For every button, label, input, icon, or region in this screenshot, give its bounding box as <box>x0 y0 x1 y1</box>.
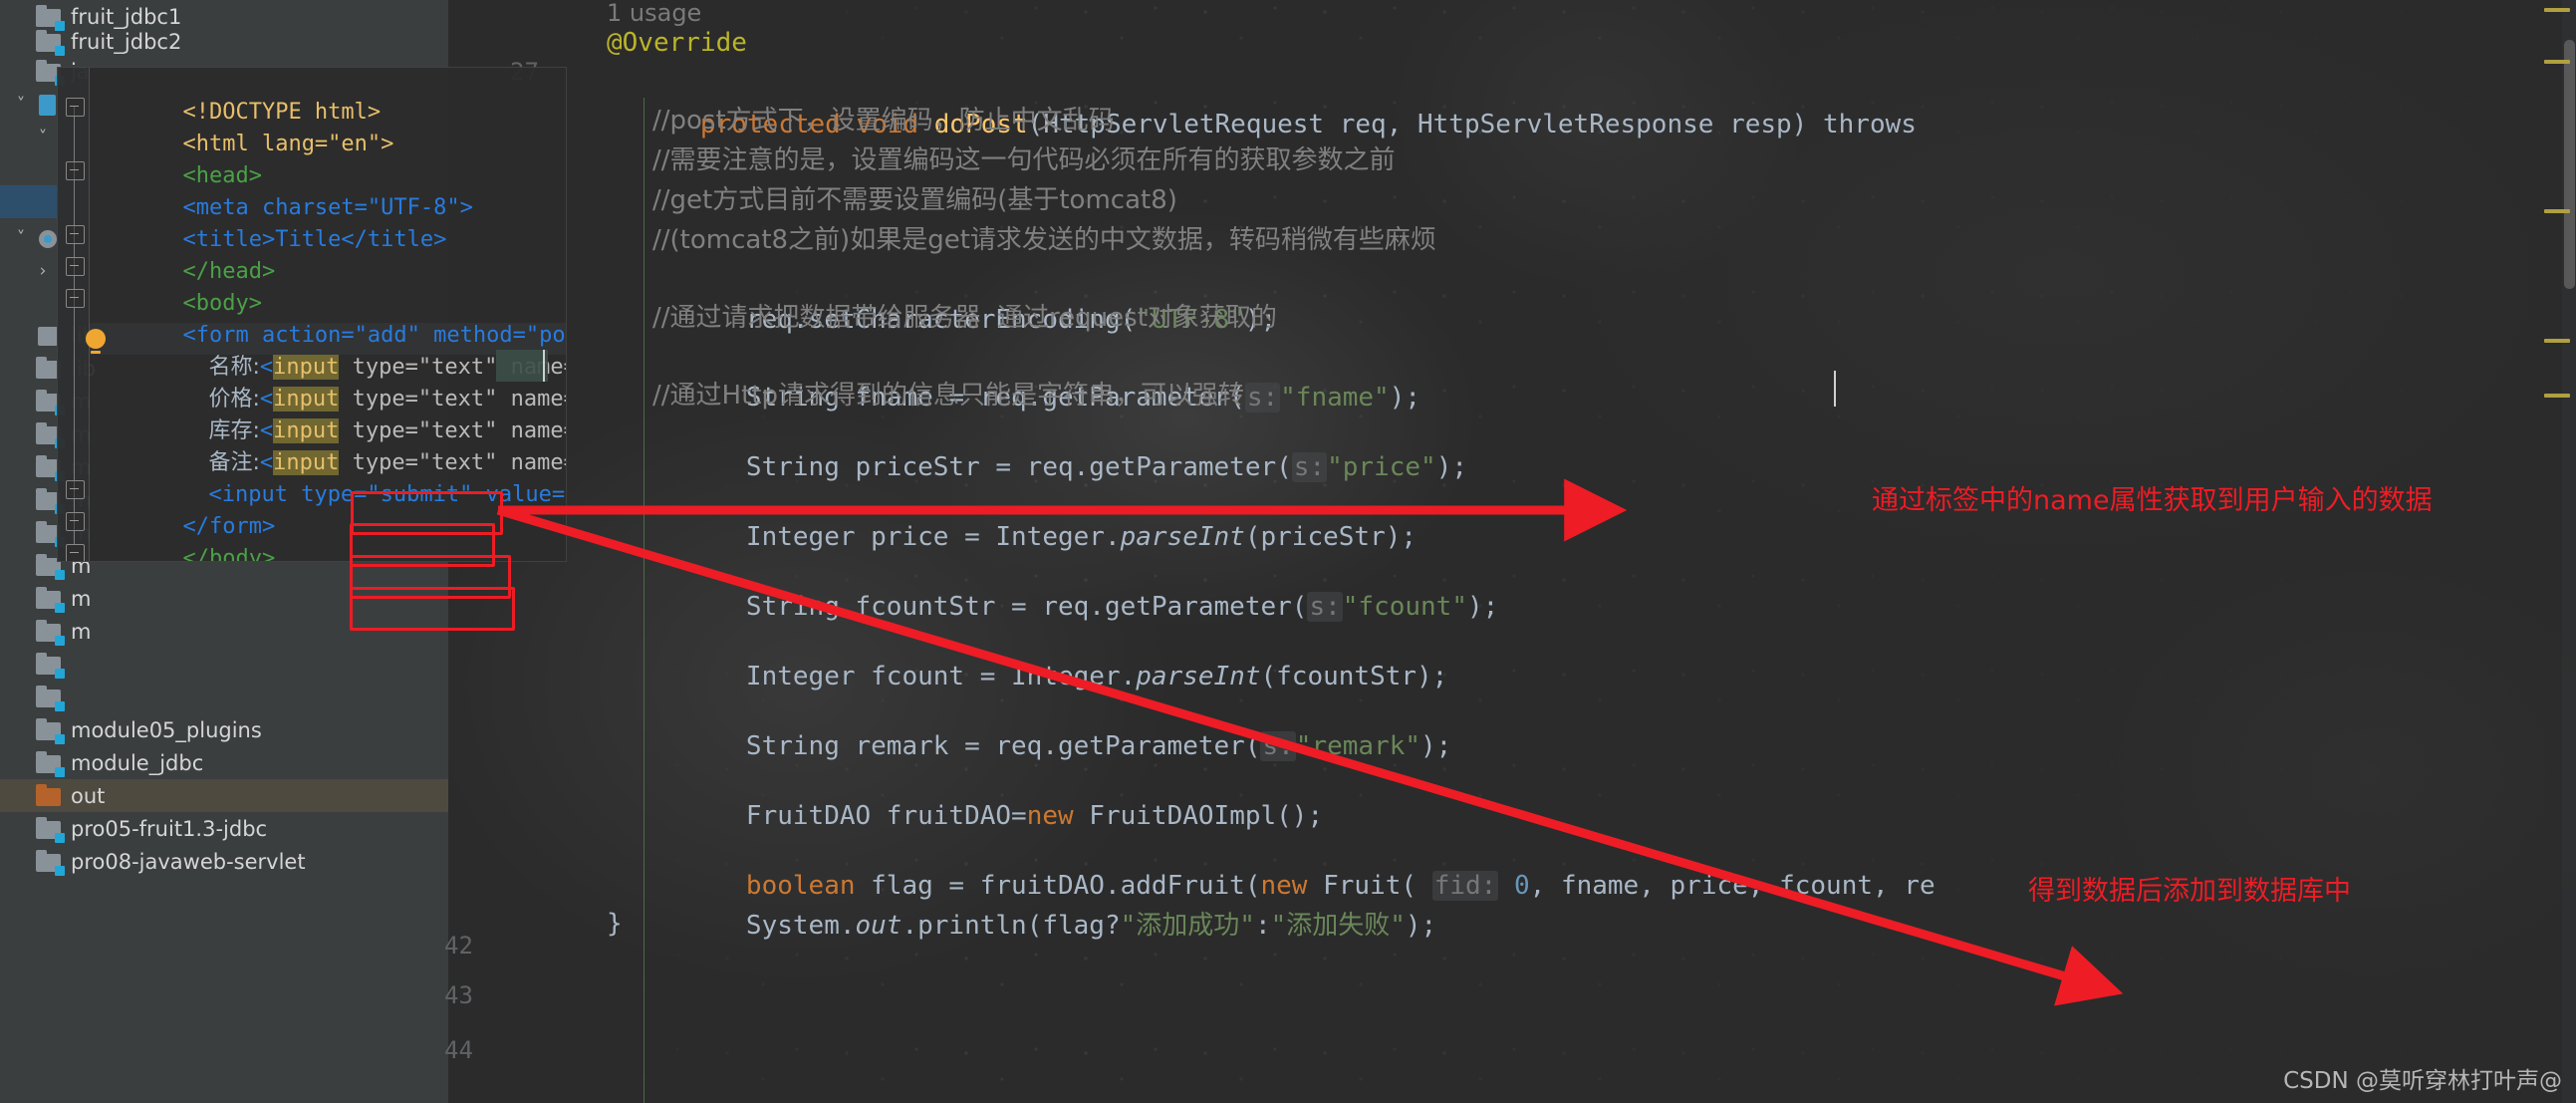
code-line-input-remark: 备注:<input type="text" name="remark"><br> <box>129 415 566 475</box>
out-folder-icon <box>34 783 64 808</box>
code-get-fcountstr: String fcountStr = req.getParameter(s:"f… <box>745 592 1499 622</box>
string-ok: "添加成功" <box>1120 911 1255 941</box>
code-get-remark: String remark = req.getParameter(s:"rema… <box>745 731 1452 761</box>
editor-scrollbar-thumb[interactable] <box>2564 40 2575 289</box>
text-caret <box>543 350 545 382</box>
annotation-top: 通过标签中的name属性获取到用户输入的数据 <box>1872 485 2433 516</box>
code-line-form-open: <form action="add" method="post"> <box>104 288 566 348</box>
code-line-body-close: </body> <box>104 511 275 561</box>
code-line-form-close: </form> <box>104 479 275 539</box>
sidebar-item-label: m <box>71 619 92 644</box>
code-line-submit: <input type="submit" value="添加"> <box>129 447 566 507</box>
chevron-right-icon[interactable]: › <box>30 261 56 281</box>
module-folder-icon <box>34 685 65 711</box>
method-args: (HttpServletRequest req, HttpServletResp… <box>1027 110 1917 139</box>
html-editor-panel[interactable]: <!DOCTYPE html> <html lang="en"> <head> … <box>57 67 567 562</box>
scrollbar-marker[interactable] <box>2544 8 2570 12</box>
sidebar-item-module-9[interactable]: m <box>0 582 448 615</box>
sidebar-item-pro08-javaweb[interactable]: pro08-javaweb-servlet <box>0 845 448 878</box>
gutter-line-number: 42 <box>444 932 473 960</box>
selection-highlight <box>496 350 548 382</box>
code-line-body-open: <body> <box>104 256 261 316</box>
comment-line-1: //post方式下，设置编码，防止中文乱码 <box>652 106 1115 136</box>
scrollbar-marker[interactable] <box>2544 60 2570 64</box>
chevron-down-icon[interactable]: ˅ <box>8 228 34 248</box>
fold-toggle-html-close[interactable] <box>66 544 85 561</box>
code-addfruit: boolean flag = fruitDAO.addFruit(new Fru… <box>745 871 1935 901</box>
sidebar-item-module05-plugins[interactable]: module05_plugins <box>0 713 448 746</box>
code-line-input-fcount: 库存:<input type="text" name="fcount"><br> <box>129 384 566 443</box>
module-folder-icon <box>34 652 65 679</box>
gutter-line-number: 43 <box>444 981 473 1009</box>
string-fail: "添加失败" <box>1270 911 1406 941</box>
param-hint-fid: fid: <box>1431 871 1499 901</box>
screen-root: fruit_jdbc1 fruit_jdbc2 ja ˅ ˅ ˅ › <box>0 0 2576 1103</box>
sidebar-item-label: module_jdbc <box>71 750 204 775</box>
code-line-head-close: </head> <box>104 224 275 284</box>
code-get-fname: String fname = req.getParameter(s:"fname… <box>745 383 1421 413</box>
fold-toggle-body[interactable] <box>66 257 85 276</box>
comment-line-4: //(tomcat8之前)如果是get请求发送的中文数据，转码稍微有些麻烦 <box>652 225 1436 255</box>
sidebar-item-module-jdbc[interactable]: module_jdbc <box>0 746 448 779</box>
comment-line-3: //get方式目前不需要设置编码(基于tomcat8) <box>652 185 1177 215</box>
code-line-head-open: <head> <box>104 129 261 188</box>
module-folder-icon <box>34 619 65 646</box>
code-line-input-fname: 名称:<input type="text" name="fname"><br> <box>129 320 566 380</box>
module-folder-icon <box>34 816 65 843</box>
method-signature: protected void doPost(HttpServletRequest… <box>607 62 1917 139</box>
module-folder-icon <box>34 717 65 744</box>
sidebar-item-label: out <box>71 783 106 808</box>
module-folder-icon <box>34 586 65 613</box>
code-line-doctype: <!DOCTYPE html> <box>104 68 381 125</box>
code-parse-price: Integer price = Integer.parseInt(priceSt… <box>745 522 1417 552</box>
override-annotation: @Override <box>607 28 747 58</box>
scrollbar-marker[interactable] <box>2544 394 2570 398</box>
gutter-line-number: 44 <box>444 1036 473 1064</box>
watermark: CSDN @莫听穿林打叶声@ <box>2283 1068 2562 1094</box>
sidebar-item-selected-marker[interactable] <box>0 185 58 218</box>
code-parse-fcount: Integer fcount = Integer.parseInt(fcount… <box>745 662 1448 691</box>
code-line-meta: <meta charset="UTF-8"> <box>104 160 472 220</box>
sidebar-item-fruit-jdbc2[interactable]: fruit_jdbc2 <box>0 25 448 58</box>
code-line-html-close: </html> <box>104 543 275 561</box>
module-folder-icon <box>34 29 65 56</box>
module-folder-icon <box>34 750 65 777</box>
text-caret-java <box>1834 371 1836 407</box>
fold-toggle-head[interactable] <box>66 161 85 180</box>
closing-brace: } <box>607 909 623 939</box>
sidebar-item-module-10[interactable]: m <box>0 615 448 648</box>
intention-bulb-icon[interactable] <box>86 329 106 354</box>
java-editor-panel[interactable]: 1 usage @Override protected void doPost(… <box>598 0 2576 1103</box>
comment-line-5: //通过请求把数据带给服务器 通过request对象获取的 <box>652 303 1277 333</box>
sidebar-item-label: pro05-fruit1.3-jdbc <box>71 816 268 841</box>
module-folder-icon <box>34 849 65 876</box>
chevron-down-icon[interactable]: ˅ <box>8 95 34 115</box>
scrollbar-marker[interactable] <box>2544 209 2570 213</box>
code-get-pricestr: String priceStr = req.getParameter(s:"pr… <box>745 452 1467 482</box>
sidebar-item-out[interactable]: out <box>0 779 448 812</box>
scrollbar-marker[interactable] <box>2544 339 2570 343</box>
gutter-divider <box>89 68 90 561</box>
code-line-title: <title>Title</title> <box>104 192 446 252</box>
fold-toggle-form-close[interactable] <box>66 480 85 499</box>
fold-toggle-form[interactable] <box>66 289 85 308</box>
sidebar-item-module-12[interactable] <box>0 681 448 713</box>
sidebar-item-pro05-fruit[interactable]: pro05-fruit1.3-jdbc <box>0 812 448 845</box>
sidebar-item-label: module05_plugins <box>71 717 262 742</box>
sidebar-item-label: pro08-javaweb-servlet <box>71 849 306 874</box>
fold-toggle-head-close[interactable] <box>66 225 85 244</box>
code-setcharacterencoding: req.setCharacterEncoding("UTF-8"); <box>745 305 1277 335</box>
chevron-down-icon[interactable]: ˅ <box>30 128 56 147</box>
comment-line-2: //需要注意的是，设置编码这一句代码必须在所有的获取参数之前 <box>652 145 1396 175</box>
fold-toggle-html[interactable] <box>66 98 85 117</box>
code-line-html-open: <html lang="en"> <box>104 97 393 156</box>
sidebar-item-label: fruit_jdbc2 <box>71 29 182 54</box>
sidebar-item-module-11[interactable] <box>0 648 448 681</box>
sidebar-item-label: m <box>71 586 92 611</box>
code-fruitdao-new: FruitDAO fruitDAO=new FruitDAOImpl(); <box>745 801 1324 831</box>
fold-toggle-body-close[interactable] <box>66 512 85 531</box>
code-sysout: System.out.println(flag?"添加成功":"添加失败"); <box>745 911 1437 941</box>
annotation-bottom: 得到数据后添加到数据库中 <box>2028 876 2351 907</box>
